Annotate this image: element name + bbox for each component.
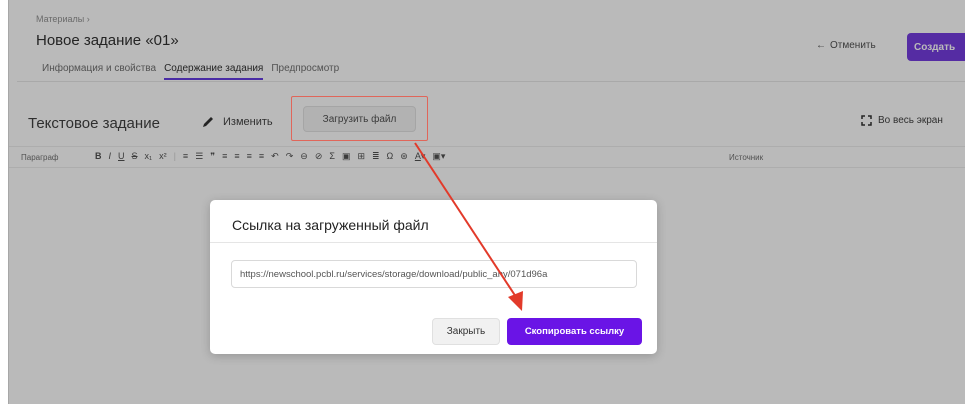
bottom-strip	[0, 404, 965, 411]
file-link-input[interactable]	[231, 260, 637, 288]
annotation-highlight-box	[291, 96, 428, 141]
close-button[interactable]: Закрыть	[432, 318, 500, 345]
file-link-modal: Ссылка на загруженный файл Закрыть Скопи…	[210, 200, 657, 354]
copy-link-button[interactable]: Скопировать ссылку	[507, 318, 642, 345]
modal-divider	[210, 242, 657, 243]
modal-title: Ссылка на загруженный файл	[232, 217, 429, 233]
